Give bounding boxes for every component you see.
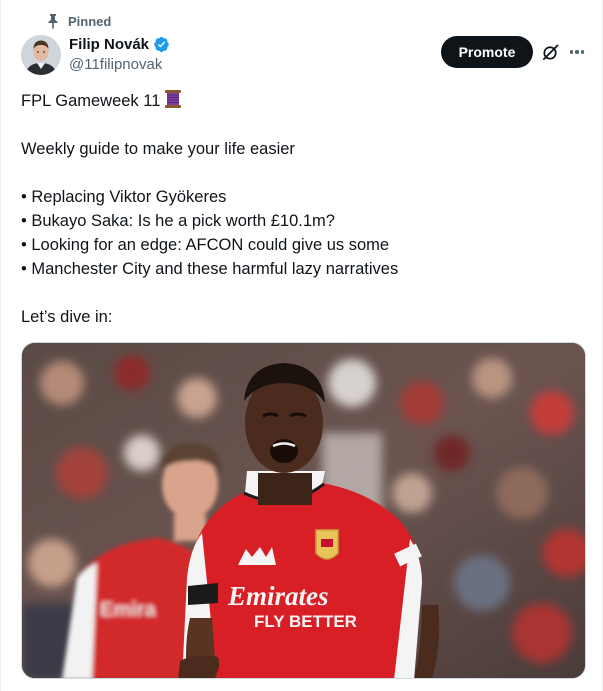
author-name[interactable]: Filip Novák — [69, 36, 149, 53]
grok-icon[interactable] — [541, 43, 560, 62]
tweet-subtitle: Weekly guide to make your life easier — [21, 140, 295, 158]
teammate-shirt-text: Emira — [100, 599, 156, 621]
more-dot — [569, 50, 573, 54]
more-dot — [575, 50, 579, 54]
more-icon[interactable] — [567, 42, 587, 62]
bullet-item: • Manchester City and these harmful lazy… — [21, 260, 399, 278]
pin-icon — [48, 14, 58, 29]
name-row: Filip Novák — [69, 36, 170, 53]
player-celebration-photo: Emira Emirates FLY BETTER — [22, 343, 585, 678]
bullet-item: • Looking for an edge: AFCON could give … — [21, 236, 390, 254]
tweet-closing: Let’s dive in: — [21, 308, 113, 326]
shirt-sponsor-line2: FLY BETTER — [254, 612, 357, 631]
pinned-label: Pinned — [68, 13, 112, 29]
author-handle[interactable]: @11filipnovak — [69, 56, 170, 73]
shirt-sponsor-line1: Emirates — [227, 581, 329, 611]
verified-badge-icon[interactable] — [153, 36, 170, 53]
avatar[interactable] — [21, 35, 61, 75]
bullet-item: • Replacing Viktor Gyökeres — [21, 188, 227, 206]
more-dot — [581, 50, 585, 54]
thread-spool-emoji — [165, 90, 182, 108]
pinned-indicator: Pinned — [46, 13, 111, 29]
bullet-item: • Bukayo Saka: Is he a pick worth £10.1m… — [21, 212, 335, 230]
author-info[interactable]: Filip Novák @11filipnovak — [69, 36, 170, 73]
tweet-text: FPL Gameweek 11 Weekly guide to make you… — [21, 89, 581, 329]
tweet-title: FPL Gameweek 11 — [21, 92, 161, 110]
tweet-card[interactable]: Pinned Filip Novák @11filipnovak Promote — [0, 0, 603, 691]
avatar-image — [21, 35, 61, 75]
tweet-media-photo[interactable]: Emira Emirates FLY BETTER — [21, 342, 586, 679]
tweet-title-line: FPL Gameweek 11 — [21, 89, 581, 113]
promote-button[interactable]: Promote — [441, 36, 533, 68]
